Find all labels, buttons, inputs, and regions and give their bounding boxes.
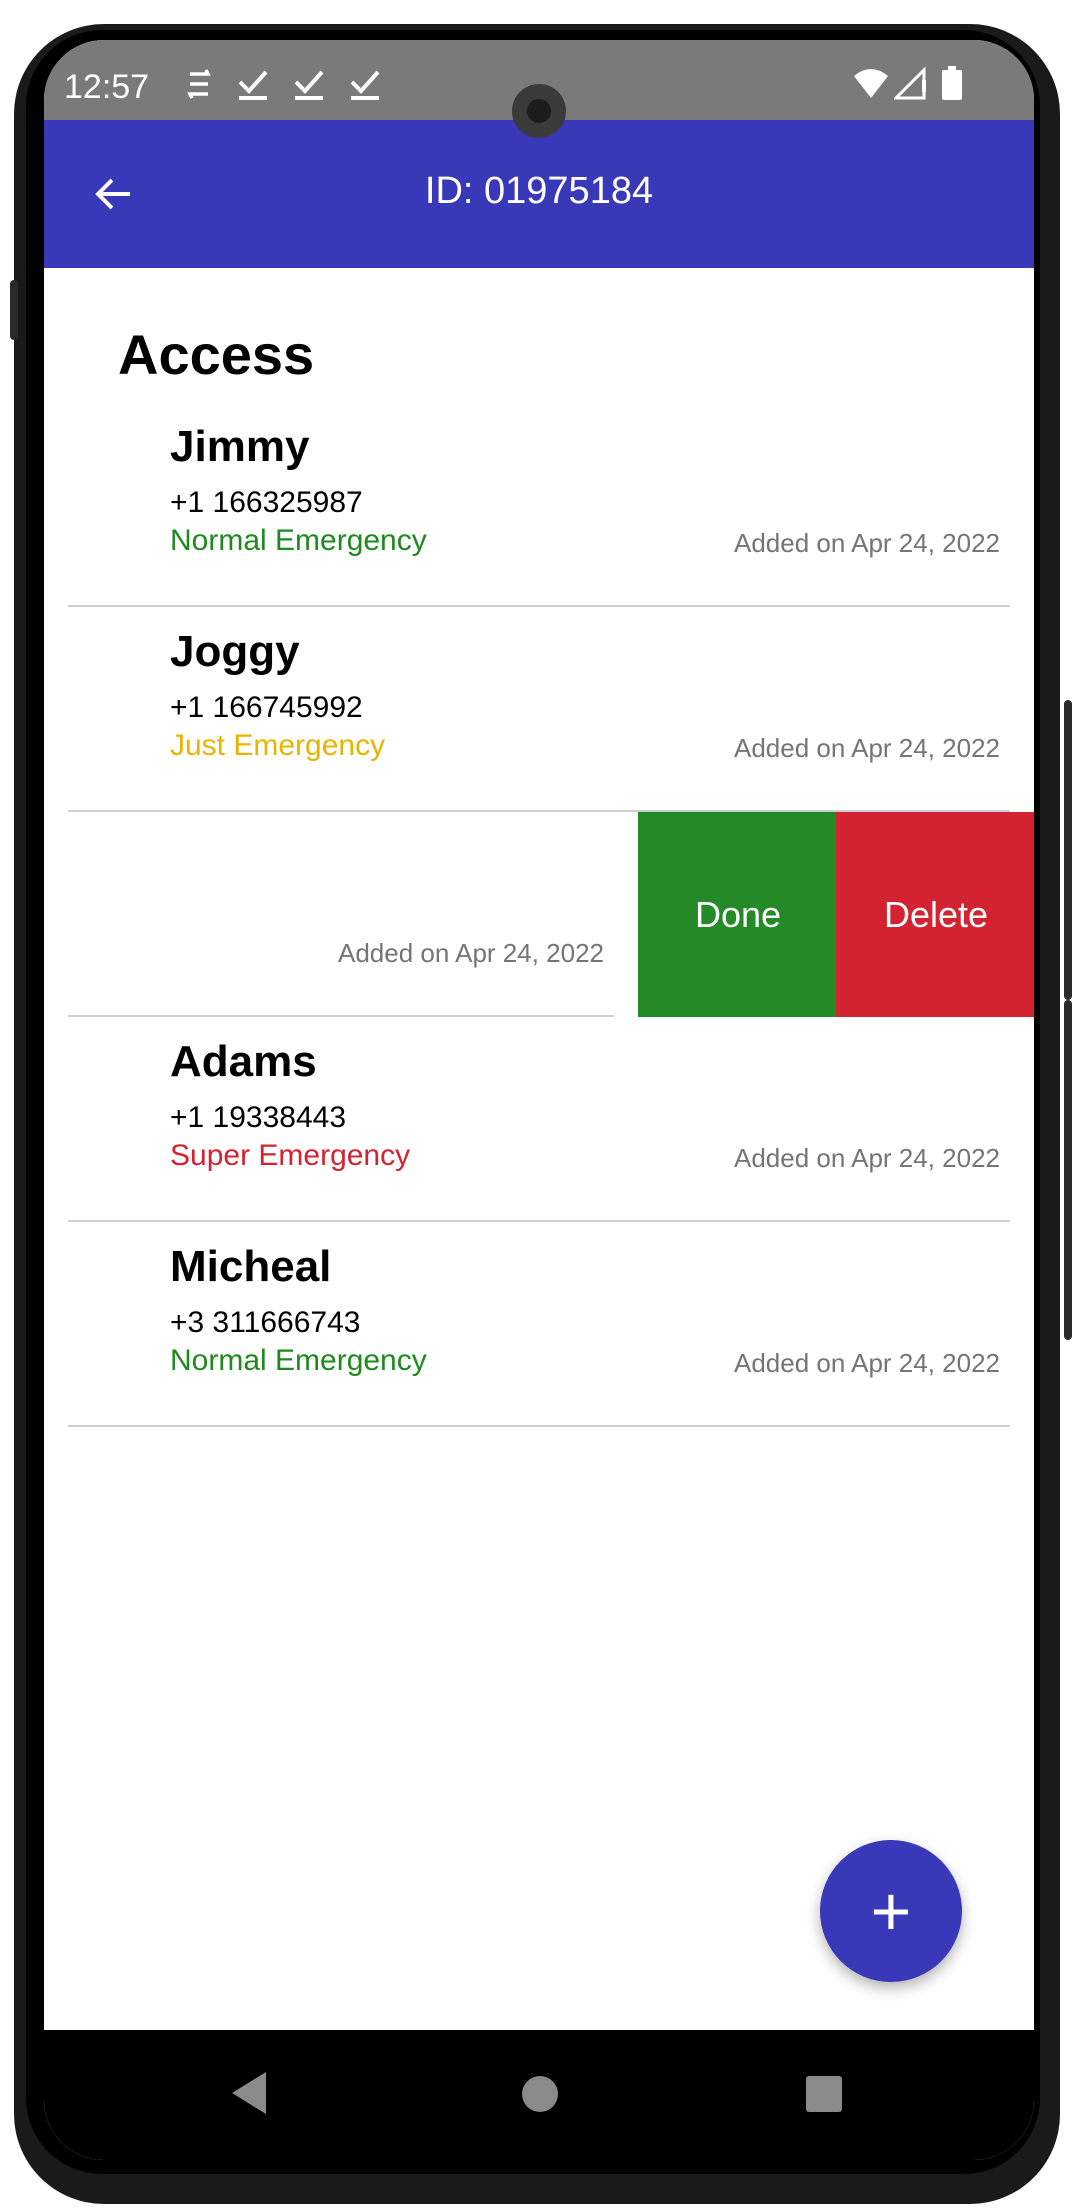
list-item-swiped[interactable]: Added on Apr 24, 2022 Done Delete — [44, 812, 1034, 1017]
list-item[interactable]: Jimmy +1 166325987 Normal Emergency Adde… — [44, 402, 1034, 607]
contact-name: Jimmy — [170, 422, 310, 471]
plus-icon: + — [870, 1872, 912, 1950]
delete-button[interactable]: Delete — [836, 812, 1034, 1017]
contact-phone: +3 311666743 — [170, 1306, 361, 1339]
app-bar: ID: 01975184 — [44, 120, 1034, 268]
left-button — [10, 280, 18, 340]
swiped-row-content: Added on Apr 24, 2022 — [44, 812, 638, 1017]
contact-phone: +1 166745992 — [170, 691, 363, 724]
section-heading: Access — [118, 323, 315, 386]
emergency-level: Normal Emergency — [170, 524, 427, 557]
contact-name: Joggy — [170, 627, 300, 676]
contact-name: Adams — [170, 1037, 317, 1086]
divider — [68, 1425, 1010, 1427]
list-item[interactable]: Adams +1 19338443 Super Emergency Added … — [44, 1017, 1034, 1222]
signal-icon — [894, 66, 926, 100]
volume-button — [1064, 1000, 1072, 1340]
contact-phone: +1 166325987 — [170, 486, 363, 519]
camera-cutout — [512, 84, 566, 138]
emergency-level: Just Emergency — [170, 729, 386, 762]
added-date: Added on Apr 24, 2022 — [733, 528, 1000, 558]
recents-square-icon[interactable] — [804, 2074, 844, 2114]
battery-icon — [942, 66, 962, 100]
home-circle-icon[interactable] — [520, 2074, 560, 2114]
added-date: Added on Apr 24, 2022 — [733, 733, 1000, 763]
screen: 12:57 ID: 01975184 Access Jimmy +1 16632… — [44, 40, 1034, 2160]
emergency-level: Normal Emergency — [170, 1344, 427, 1377]
added-date: Added on Apr 24, 2022 — [337, 938, 604, 968]
list-item[interactable]: Joggy +1 166745992 Just Emergency Added … — [44, 607, 1034, 812]
done-button[interactable]: Done — [638, 812, 838, 1017]
list-item[interactable]: Micheal +3 311666743 Normal Emergency Ad… — [44, 1222, 1034, 1427]
added-date: Added on Apr 24, 2022 — [733, 1143, 1000, 1173]
emergency-level: Super Emergency — [170, 1139, 411, 1172]
check-icon — [294, 70, 324, 100]
status-time: 12:57 — [64, 68, 150, 106]
page-title: ID: 01975184 — [424, 170, 654, 212]
add-contact-button[interactable]: + — [820, 1840, 962, 1982]
system-nav-bar — [44, 2030, 1034, 2160]
sync-icon — [187, 69, 211, 99]
contact-name: Micheal — [170, 1242, 332, 1291]
wifi-icon — [854, 69, 888, 98]
power-button — [1064, 700, 1072, 1000]
check-icon — [350, 70, 380, 100]
back-triangle-icon[interactable] — [230, 2070, 270, 2116]
added-date: Added on Apr 24, 2022 — [733, 1348, 1000, 1378]
contact-phone: +1 19338443 — [170, 1101, 347, 1134]
check-icon — [238, 70, 268, 100]
